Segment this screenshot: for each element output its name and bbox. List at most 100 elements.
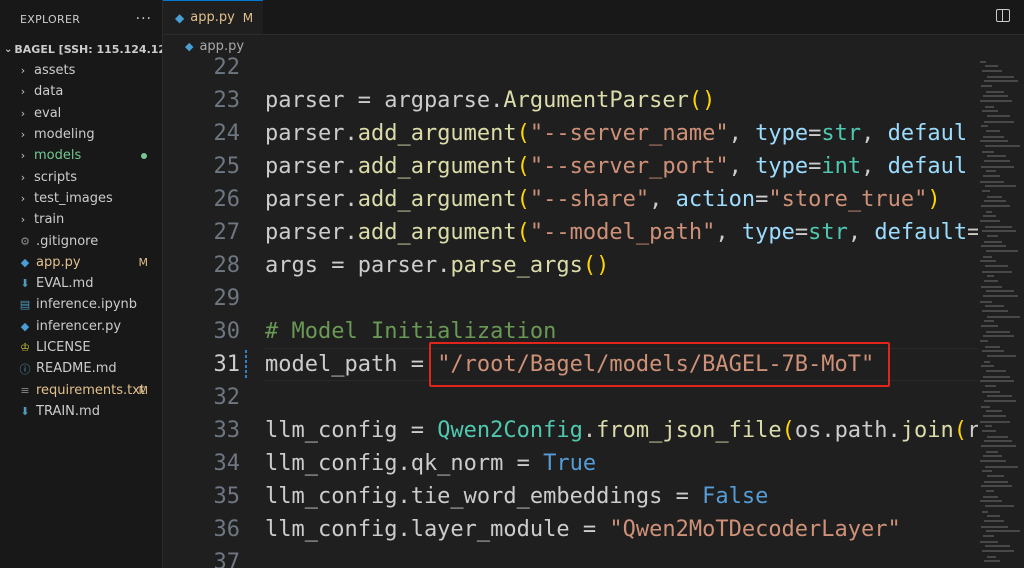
code-line[interactable]: 22: [163, 57, 978, 84]
tree-item-assets[interactable]: › assets: [0, 60, 162, 81]
git-gutter-modified-marker: [245, 350, 247, 378]
minimap-line: [986, 91, 1004, 93]
tree-item-requirements-txt[interactable]: ≡ requirements.txt M: [0, 379, 162, 400]
minimap-line: [983, 496, 998, 498]
workspace-folder[interactable]: ⌄ BAGEL [SSH: 115.124.12...: [0, 38, 162, 60]
code-token: (): [582, 253, 610, 278]
code-token: (: [516, 154, 530, 179]
tree-item-eval[interactable]: › eval: [0, 103, 162, 124]
code-line[interactable]: 35 llm_config.tie_word_embeddings = False: [163, 480, 978, 513]
tree-item-readme-md[interactable]: ⓘ README.md: [0, 358, 162, 379]
code-line[interactable]: 23 parser = argparse.ArgumentParser(): [163, 84, 978, 117]
code-line[interactable]: 33 llm_config = Qwen2Config.from_json_fil…: [163, 414, 979, 447]
minimap-line: [985, 425, 992, 427]
chevron-right-icon: ›: [20, 85, 26, 99]
code-line[interactable]: 28 args = parser.parse_args(): [163, 249, 978, 282]
code-text: parser.add_argument("--server_port", typ…: [265, 154, 967, 179]
tree-item-modeling[interactable]: › modeling: [0, 124, 162, 145]
minimap[interactable]: [978, 57, 1024, 568]
tree-item-label: test_images: [34, 190, 113, 206]
tree-item-label: train: [34, 212, 65, 228]
minimap-line: [987, 155, 1006, 157]
code-token: add_argument: [357, 220, 517, 245]
split-editor-icon[interactable]: [996, 9, 1010, 22]
chevron-right-icon: ›: [20, 64, 26, 78]
code-line[interactable]: 25 parser.add_argument("--server_port", t…: [163, 150, 978, 183]
minimap-line: [981, 205, 1010, 207]
code-line[interactable]: 29: [163, 282, 978, 315]
code-token: defaul: [887, 121, 968, 146]
tree-item-train[interactable]: › train: [0, 209, 162, 230]
code-text: llm_config.tie_word_embeddings = False: [265, 484, 768, 509]
tree-item-models[interactable]: › models: [0, 145, 162, 166]
code-token: ,: [861, 121, 888, 146]
minimap-line: [985, 265, 1008, 267]
tree-item-license[interactable]: ♔ LICENSE: [0, 337, 162, 358]
code-token: str: [808, 220, 848, 245]
minimap-line: [980, 61, 986, 63]
tree-item-app-py[interactable]: ◆ app.py M: [0, 252, 162, 273]
minimap-line: [981, 166, 1014, 168]
minimap-line: [982, 391, 1000, 393]
tree-item-label: models: [34, 148, 82, 164]
code-editor[interactable]: 22 23 parser = argparse.ArgumentParser() 24…: [163, 57, 978, 568]
code-token: =: [755, 187, 769, 212]
minimap-line: [981, 406, 990, 408]
code-token: llm_config.qk_norm =: [265, 451, 544, 476]
chevron-down-icon: ⌄: [4, 43, 13, 55]
tree-item-inferencer-py[interactable]: ◆ inferencer.py: [0, 316, 162, 337]
code-token: parser.: [265, 187, 358, 212]
tree-item-train-md[interactable]: ⬇ TRAIN.md: [0, 401, 162, 422]
minimap-line: [980, 380, 1014, 382]
minimap-line: [986, 530, 1020, 532]
code-token: (): [688, 88, 716, 113]
code-token: type: [755, 121, 809, 146]
tree-item-scripts[interactable]: › scripts: [0, 166, 162, 187]
code-text: parser.add_argument("--model_path", type…: [265, 220, 978, 245]
tree-item--gitignore[interactable]: ⚙ .gitignore: [0, 230, 162, 251]
code-token: ArgumentParser: [503, 88, 689, 113]
code-token: action: [675, 187, 756, 212]
code-text: parser = argparse.ArgumentParser(): [265, 88, 715, 113]
more-actions-icon[interactable]: ···: [136, 11, 152, 27]
minimap-line: [983, 295, 1018, 297]
code-line[interactable]: 34 llm_config.qk_norm = True: [163, 447, 978, 480]
code-line[interactable]: 26 parser.add_argument("--share", action=…: [163, 183, 978, 216]
minimap-line: [986, 370, 1006, 372]
tree-item-inference-ipynb[interactable]: ▤ inference.ipynb: [0, 294, 162, 315]
tree-item-data[interactable]: › data: [0, 81, 162, 102]
tab-app-py[interactable]: ◆ app.py M: [163, 0, 263, 34]
tree-item-label: README.md: [36, 361, 117, 377]
minimap-line: [982, 230, 1016, 232]
code-token: ,: [728, 121, 756, 146]
code-token: r: [967, 418, 978, 443]
code-text: # Model Initialization: [265, 319, 556, 344]
code-token: add_argument: [357, 154, 517, 179]
minimap-line: [984, 200, 1006, 202]
minimap-line: [982, 151, 994, 153]
line-number: 35: [213, 484, 241, 509]
minimap-line: [980, 541, 998, 543]
minimap-line: [980, 500, 1002, 502]
code-token: # Model Initialization: [265, 319, 557, 344]
code-line[interactable]: 37: [163, 546, 978, 568]
code-line[interactable]: 27 parser.add_argument("--model_path", ty…: [163, 216, 979, 249]
explorer-title: EXPLORER: [20, 12, 81, 26]
chevron-right-icon: ›: [20, 170, 26, 184]
minimap-line: [985, 145, 1020, 147]
tree-item-eval-md[interactable]: ⬇ EVAL.md: [0, 273, 162, 294]
minimap-line: [983, 415, 1006, 417]
notebook-icon: ▤: [19, 298, 31, 312]
code-text: llm_config.layer_module = "Qwen2MoTDecod…: [265, 517, 901, 542]
minimap-line: [984, 241, 1002, 243]
minimap-line: [980, 181, 1004, 183]
markdown-icon: ⬇: [20, 277, 30, 291]
code-token: =: [967, 220, 978, 245]
minimap-line: [980, 460, 1006, 462]
breadcrumb[interactable]: ◆ app.py: [163, 35, 1024, 57]
code-line[interactable]: 24 parser.add_argument("--server_name", t…: [163, 117, 978, 150]
tree-item-test-images[interactable]: › test_images: [0, 188, 162, 209]
code-token: "--share": [529, 187, 650, 212]
code-line[interactable]: 36 llm_config.layer_module = "Qwen2MoTDec…: [163, 513, 978, 546]
line-number: 27: [213, 220, 241, 245]
